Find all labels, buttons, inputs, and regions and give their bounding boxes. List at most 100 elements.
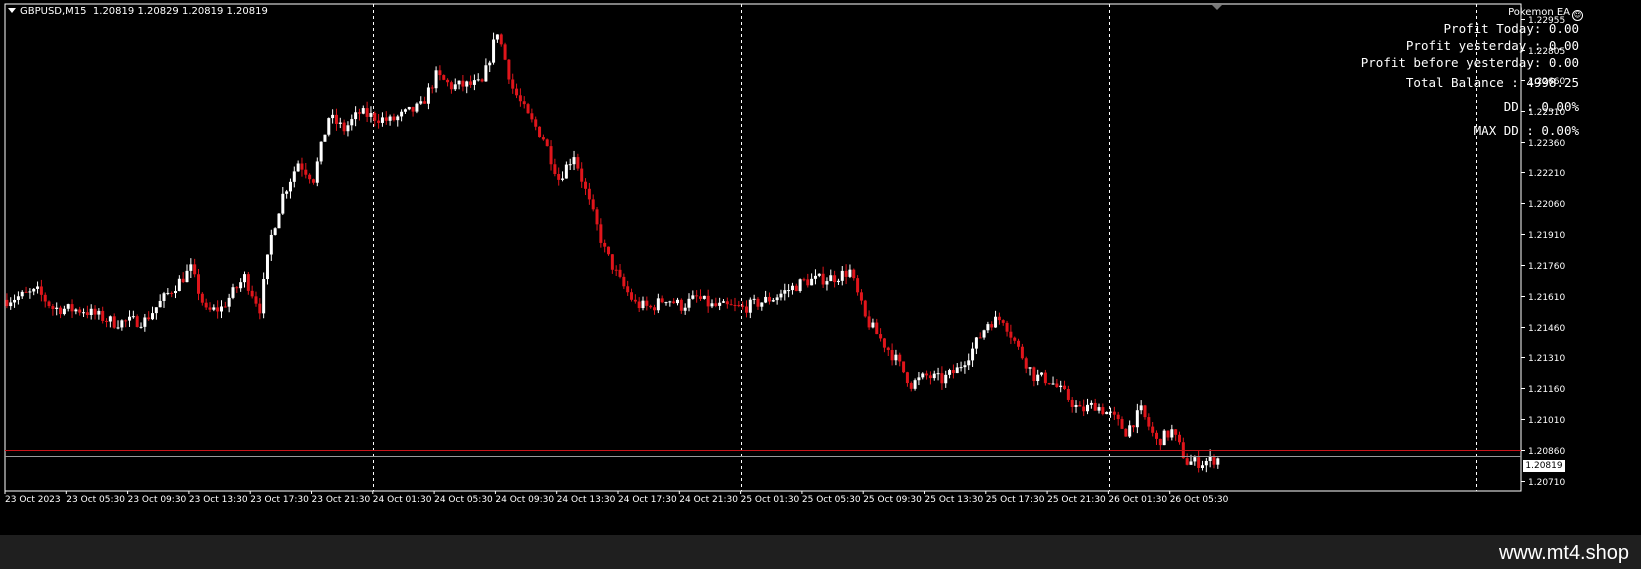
bear-candle-body <box>200 293 204 303</box>
bear-candle-body <box>645 300 649 306</box>
bear-candle-body <box>633 299 637 302</box>
bull-candle-body <box>783 290 787 294</box>
bull-candle-body <box>28 291 32 293</box>
bull-candle-body <box>143 317 147 327</box>
x-tick-label: 25 Oct 09:30 <box>863 495 922 505</box>
bear-candle-body <box>112 316 116 328</box>
bull-candle-body <box>315 161 319 183</box>
symbol-name: GBPUSD,M15 <box>20 6 87 17</box>
bull-candle-body <box>572 157 576 165</box>
bear-candle-body <box>365 108 369 117</box>
bull-candle-body <box>1086 404 1090 412</box>
bear-candle-body <box>576 157 580 169</box>
bear-candle-body <box>1070 399 1074 407</box>
bear-candle-body <box>258 303 262 314</box>
bear-candle-body <box>1082 406 1086 412</box>
bear-candle-body <box>545 139 549 147</box>
bear-candle-body <box>135 316 139 327</box>
bull-candle-body <box>971 348 975 361</box>
bull-candle-body <box>346 125 350 132</box>
bear-candle-body <box>503 44 507 60</box>
bull-candle-body <box>1216 458 1220 465</box>
bull-candle-body <box>959 367 963 369</box>
bull-candle-body <box>403 109 407 112</box>
bull-candle-body <box>1204 460 1208 466</box>
bull-candle-body <box>82 312 86 314</box>
bear-candle-body <box>1155 432 1158 439</box>
bear-candle-body <box>672 301 676 304</box>
bear-candle-body <box>1185 458 1189 465</box>
bear-candle-body <box>821 273 825 285</box>
bull-candle-body <box>568 164 572 166</box>
bull-candle-body <box>656 298 660 311</box>
bear-candle-body <box>756 298 760 307</box>
x-tick-label: 24 Oct 09:30 <box>495 495 554 505</box>
bear-candle-body <box>43 294 47 302</box>
bear-candle-body <box>1066 389 1070 400</box>
bull-candle-body <box>913 380 917 389</box>
bull-candle-body <box>108 316 112 322</box>
bear-candle-body <box>254 296 258 304</box>
bear-candle-body <box>729 304 733 306</box>
bear-candle-body <box>706 295 710 307</box>
bear-candle-body <box>1143 405 1147 418</box>
bull-candle-body <box>564 164 568 179</box>
bull-candle-body <box>415 103 419 112</box>
bull-candle-body <box>932 373 936 379</box>
bull-candle-body <box>718 302 722 306</box>
bull-candle-body <box>116 327 120 329</box>
x-tick-label: 23 Oct 05:30 <box>66 495 125 505</box>
bear-candle-body <box>469 81 473 85</box>
ohlc-values: 1.20819 1.20829 1.20819 1.20819 <box>92 6 268 17</box>
bear-candle-body <box>1112 411 1116 415</box>
bull-candle-body <box>453 84 457 90</box>
bull-candle-body <box>1109 411 1113 413</box>
bear-candle-body <box>626 286 630 293</box>
bear-candle-body <box>618 269 622 277</box>
drawdown: DD : 0.00% <box>1503 99 1579 114</box>
x-tick-label: 25 Oct 01:30 <box>741 495 800 505</box>
bear-candle-body <box>1001 320 1005 323</box>
bear-candle-body <box>101 310 105 321</box>
bull-candle-body <box>894 354 898 361</box>
bull-candle-body <box>1193 457 1197 462</box>
bull-candle-body <box>798 279 802 292</box>
bull-candle-body <box>982 330 986 338</box>
bear-candle-body <box>342 122 346 132</box>
bull-candle-body <box>16 296 20 300</box>
y-tick-label: 1.21760 <box>1528 262 1565 272</box>
bear-candle-body <box>534 119 538 127</box>
bull-candle-body <box>185 270 189 283</box>
bear-candle-body <box>357 112 361 114</box>
profit-yesterday: Profit yesterday : 0.00 <box>1405 38 1579 53</box>
bull-candle-body <box>944 374 948 384</box>
bull-candle-body <box>120 320 124 328</box>
y-tick-label: 1.21910 <box>1528 231 1565 241</box>
bear-candle-body <box>250 290 254 297</box>
x-tick-label: 24 Oct 17:30 <box>618 495 677 505</box>
dropdown-triangle-icon[interactable] <box>8 8 16 13</box>
bull-candle-body <box>174 291 178 294</box>
bull-candle-body <box>664 302 668 304</box>
chart-window[interactable]: 1.22955 1.22805 1.22660 1.22510 1.22360 1.222… <box>0 0 1641 535</box>
bear-candle-body <box>557 174 561 180</box>
bull-candle-body <box>775 297 779 301</box>
bull-candle-body <box>994 316 998 328</box>
bear-candle-body <box>1212 456 1216 465</box>
bull-candle-body <box>787 290 791 292</box>
x-tick-label: 24 Oct 05:30 <box>434 495 493 505</box>
bull-candle-body <box>668 301 672 303</box>
bear-candle-body <box>1151 426 1155 433</box>
bear-candle-body <box>1158 438 1162 446</box>
bear-candle-body <box>1093 402 1097 411</box>
bear-candle-body <box>695 295 699 297</box>
bull-candle-body <box>36 286 40 289</box>
bull-candle-body <box>683 307 687 311</box>
bear-candle-body <box>990 324 994 328</box>
bear-candle-body <box>47 301 51 307</box>
bull-candle-body <box>687 298 691 308</box>
bear-candle-body <box>614 269 618 271</box>
bear-candle-body <box>794 285 798 292</box>
bear-candle-body <box>951 370 955 374</box>
bull-candle-body <box>492 39 496 63</box>
